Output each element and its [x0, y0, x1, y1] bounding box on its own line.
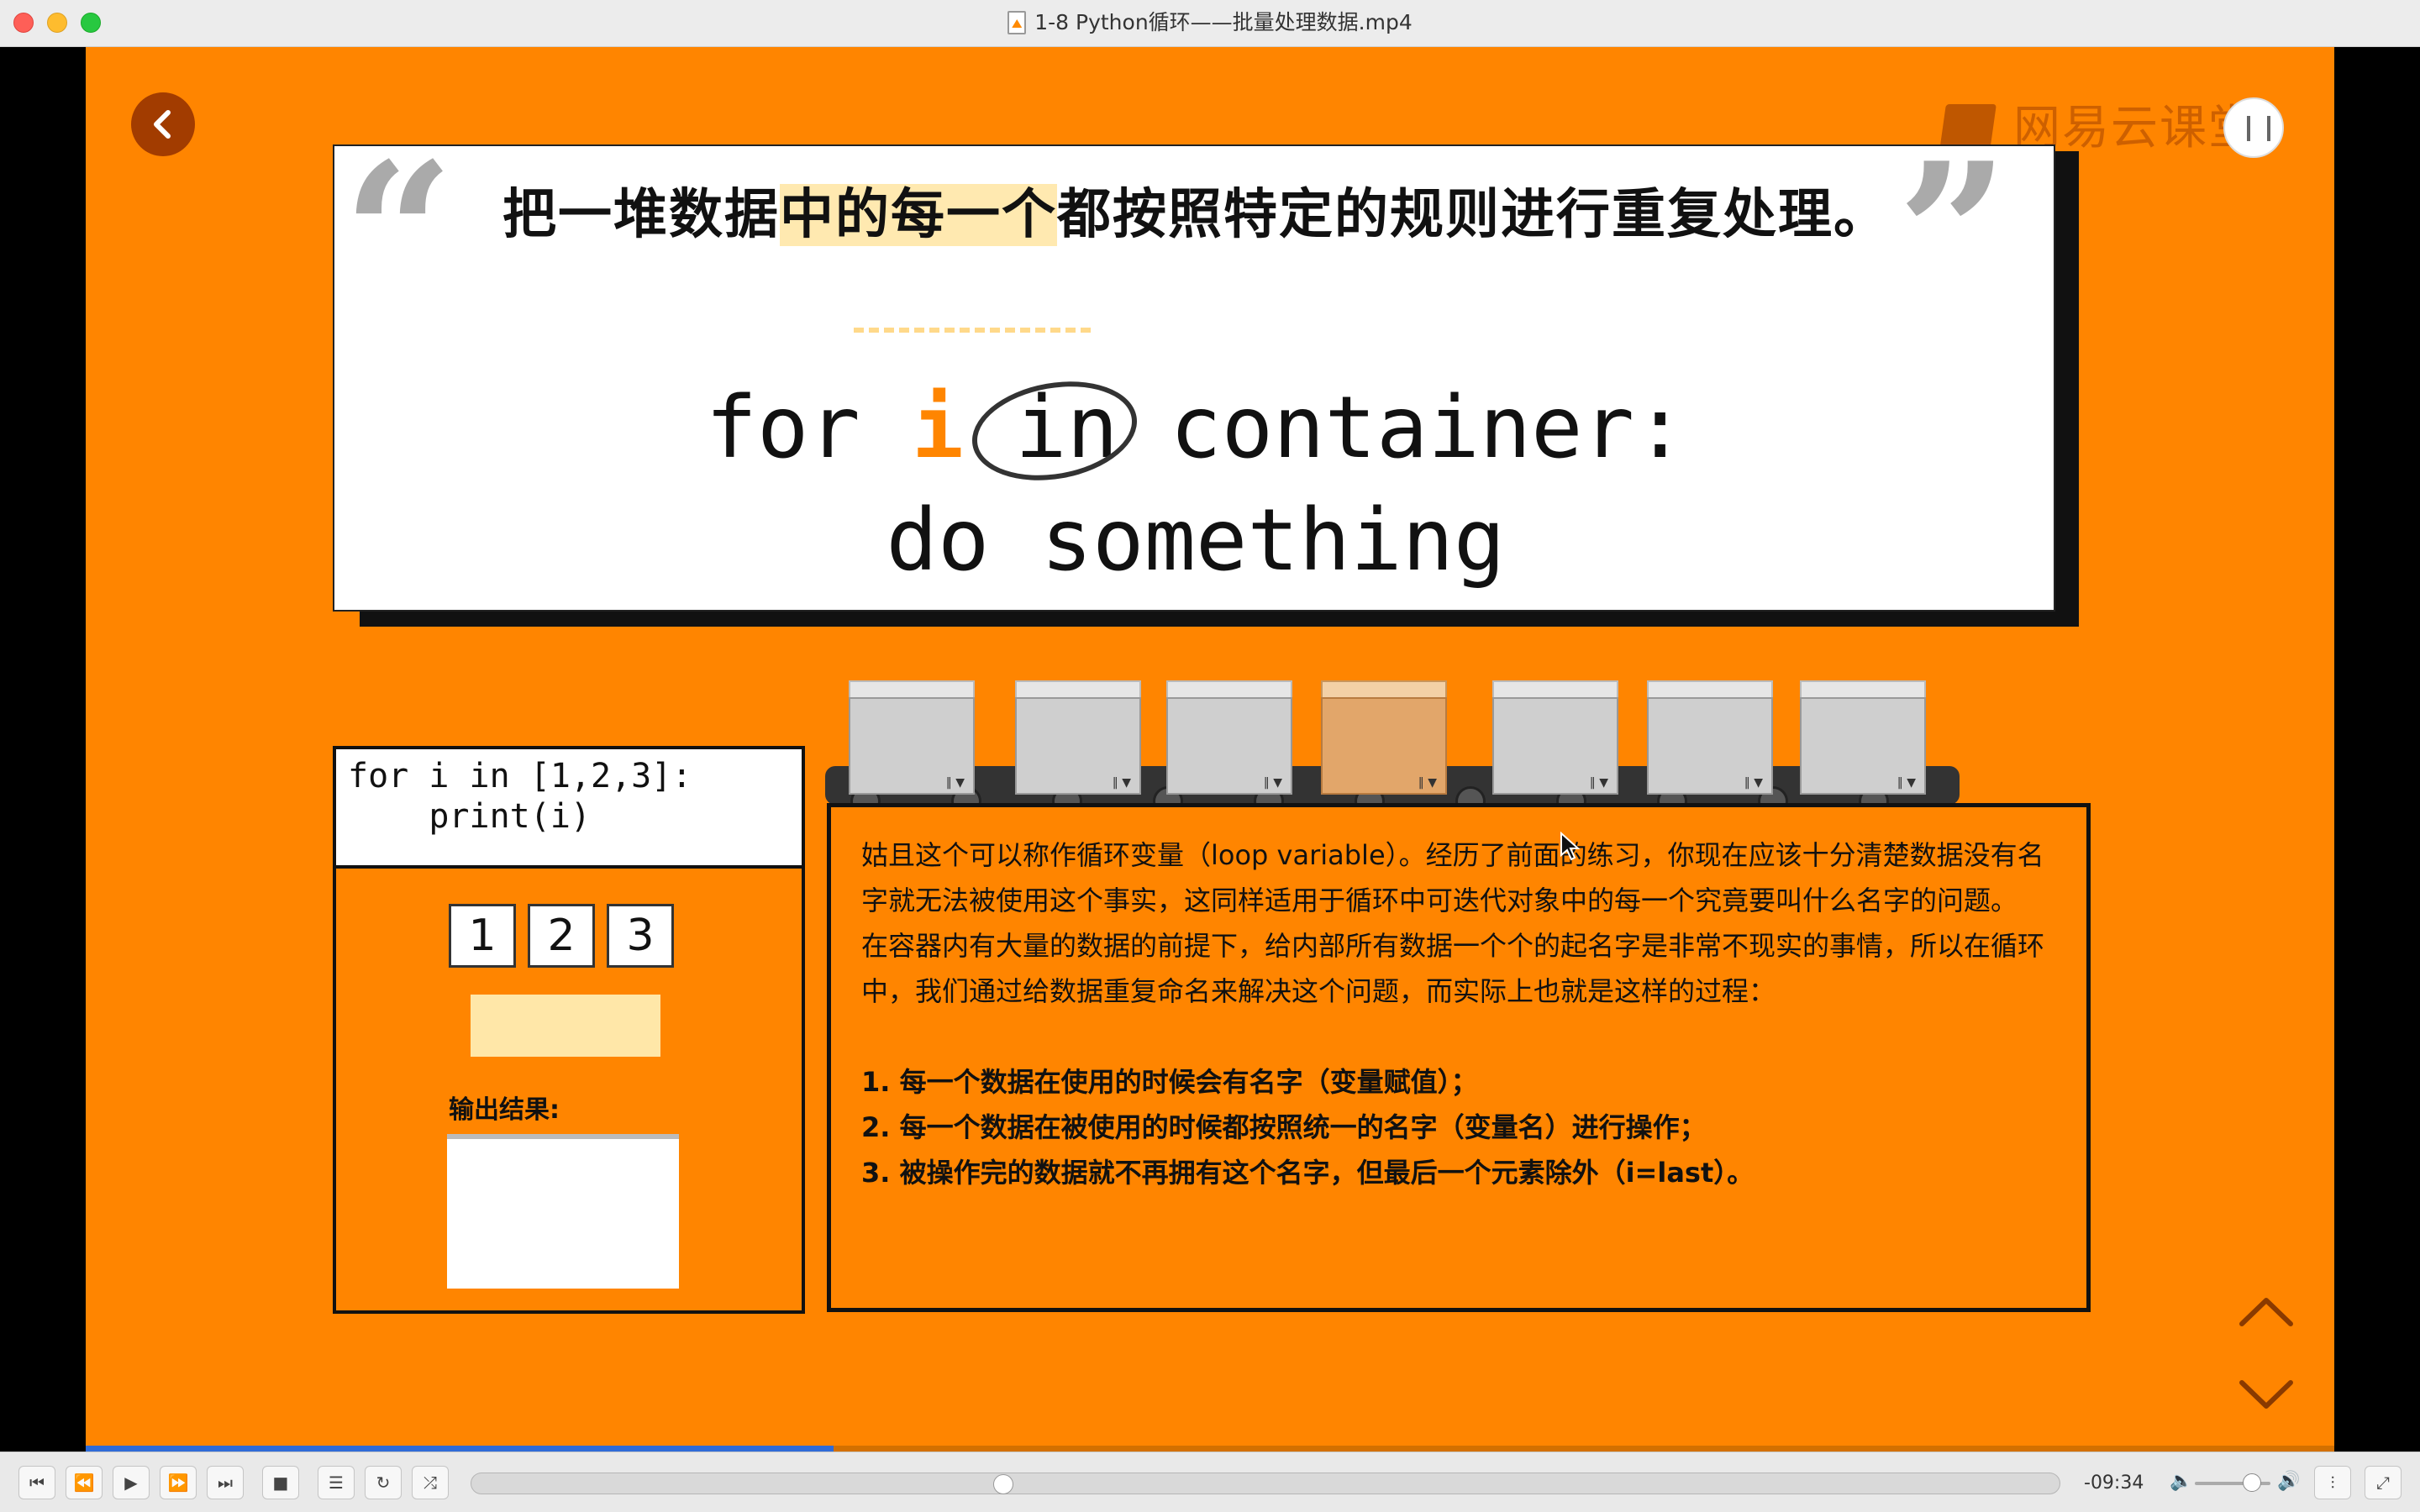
quote-text-start: 把一堆数据: [502, 184, 780, 246]
time-remaining: -09:34: [2084, 1473, 2144, 1494]
seek-slider-handle[interactable]: [993, 1474, 1014, 1494]
data-box-icon: [1166, 680, 1292, 795]
syntax-line-2: do something: [886, 491, 1506, 591]
data-box-icon: [1800, 680, 1926, 795]
video-file-icon: [1007, 11, 1027, 34]
video-progress-strip: [86, 1446, 2334, 1452]
skip-forward-button[interactable]: ⏭: [207, 1466, 244, 1499]
list-item: 1: [449, 904, 516, 968]
explanation-point-1: 1. 每一个数据在使用的时候会有名字（变量赋值）；: [861, 1066, 1478, 1098]
volume-high-icon: 🔊: [2277, 1471, 2301, 1492]
syntax-line-1: for i in container:: [334, 378, 2057, 478]
explanation-paragraph-2: 在容器内有大量的数据的前提下，给内部所有数据一个个的起名字是非常不现实的事情，所…: [861, 930, 2045, 1007]
output-label: 输出结果:: [449, 1095, 560, 1125]
explanation-point-3: 3. 被操作完的数据就不再拥有这个名字，但最后一个元素除外（i=last）。: [861, 1157, 1754, 1189]
chevron-up-icon[interactable]: [2237, 1294, 2296, 1329]
video-progress-fill: [86, 1446, 834, 1452]
loop-variable-slot: [471, 995, 660, 1057]
stop-button[interactable]: ■: [262, 1466, 299, 1499]
brand-badge-icon: [2223, 97, 2284, 158]
mouse-cursor-icon: [1560, 832, 1580, 861]
loop-button[interactable]: ↻: [365, 1466, 402, 1499]
quote-text-end: 都按照特定的规则进行重复处理。: [1057, 184, 1889, 246]
syntax-for: for: [705, 378, 860, 478]
rewind-button[interactable]: ⏪: [66, 1466, 103, 1499]
window-titlebar: 1-8 Python循环——批量处理数据.mp4: [0, 0, 2420, 47]
window-title: 1-8 Python循环——批量处理数据.mp4: [1034, 10, 1413, 34]
code-line-1: for i in [1,2,3]:: [348, 757, 692, 795]
explanation-paragraph-1: 姑且这个可以称作循环变量（loop variable）。经历了前面的练习，你现在…: [861, 839, 2044, 916]
code-line-2: print(i): [348, 797, 591, 836]
lesson-slide: 网易云课堂 “ ” 把一堆数据中的每一个都按照特定的规则进行重复处理。 for …: [86, 47, 2334, 1452]
volume-slider[interactable]: [2195, 1473, 2270, 1492]
player-controls: ⏮ ⏪ ▶ ⏩ ⏭ ■ ☰ ↻ ⤮ -09:34 🔈 🔊 ⫶ ⤢: [0, 1452, 2420, 1512]
playlist-button[interactable]: ☰: [318, 1466, 355, 1499]
data-box-icon: [1492, 680, 1618, 795]
explanation-panel: 姑且这个可以称作循环变量（loop variable）。经历了前面的练习，你现在…: [827, 803, 2091, 1312]
fullscreen-button[interactable]: ⤢: [2365, 1466, 2402, 1499]
seek-slider[interactable]: [471, 1473, 2060, 1494]
list-item: 3: [607, 904, 674, 968]
skip-back-button[interactable]: ⏮: [18, 1466, 55, 1499]
explanation-point-2: 2. 每一个数据在被使用的时候都按照统一的名字（变量名）进行操作；: [861, 1111, 1707, 1143]
current-data-box-icon: [1321, 680, 1447, 795]
volume-low-icon: 🔈: [2170, 1471, 2193, 1492]
data-box-icon: [1015, 680, 1141, 795]
quote-card: “ ” 把一堆数据中的每一个都按照特定的规则进行重复处理。 for i in c…: [333, 138, 2057, 612]
volume-slider-handle[interactable]: [2242, 1473, 2261, 1492]
data-box-icon: [1647, 680, 1773, 795]
quote-highlight: 中的每一个: [780, 184, 1057, 246]
equalizer-button[interactable]: ⫶: [2314, 1466, 2351, 1499]
fast-forward-button[interactable]: ⏩: [160, 1466, 197, 1499]
back-button[interactable]: [131, 92, 195, 156]
shuffle-button[interactable]: ⤮: [412, 1466, 449, 1499]
code-example-panel: for i in [1,2,3]: print(i): [333, 746, 805, 869]
chevron-down-icon[interactable]: [2237, 1378, 2296, 1413]
video-frame[interactable]: 网易云课堂 “ ” 把一堆数据中的每一个都按照特定的规则进行重复处理。 for …: [0, 47, 2420, 1452]
play-button[interactable]: ▶: [113, 1466, 150, 1499]
list-item: 2: [528, 904, 595, 968]
output-box: [447, 1134, 679, 1289]
window-title-container: 1-8 Python循环——批量处理数据.mp4: [0, 0, 2420, 47]
data-box-icon: [849, 680, 975, 795]
chevron-left-icon: [154, 110, 171, 139]
highlight-underline: [854, 328, 1091, 333]
syntax-loop-variable: i: [912, 378, 964, 478]
loop-simulation-panel: 1 2 3 输出结果:: [333, 865, 805, 1314]
quote-text: 把一堆数据中的每一个都按照特定的规则进行重复处理。: [334, 171, 2057, 249]
